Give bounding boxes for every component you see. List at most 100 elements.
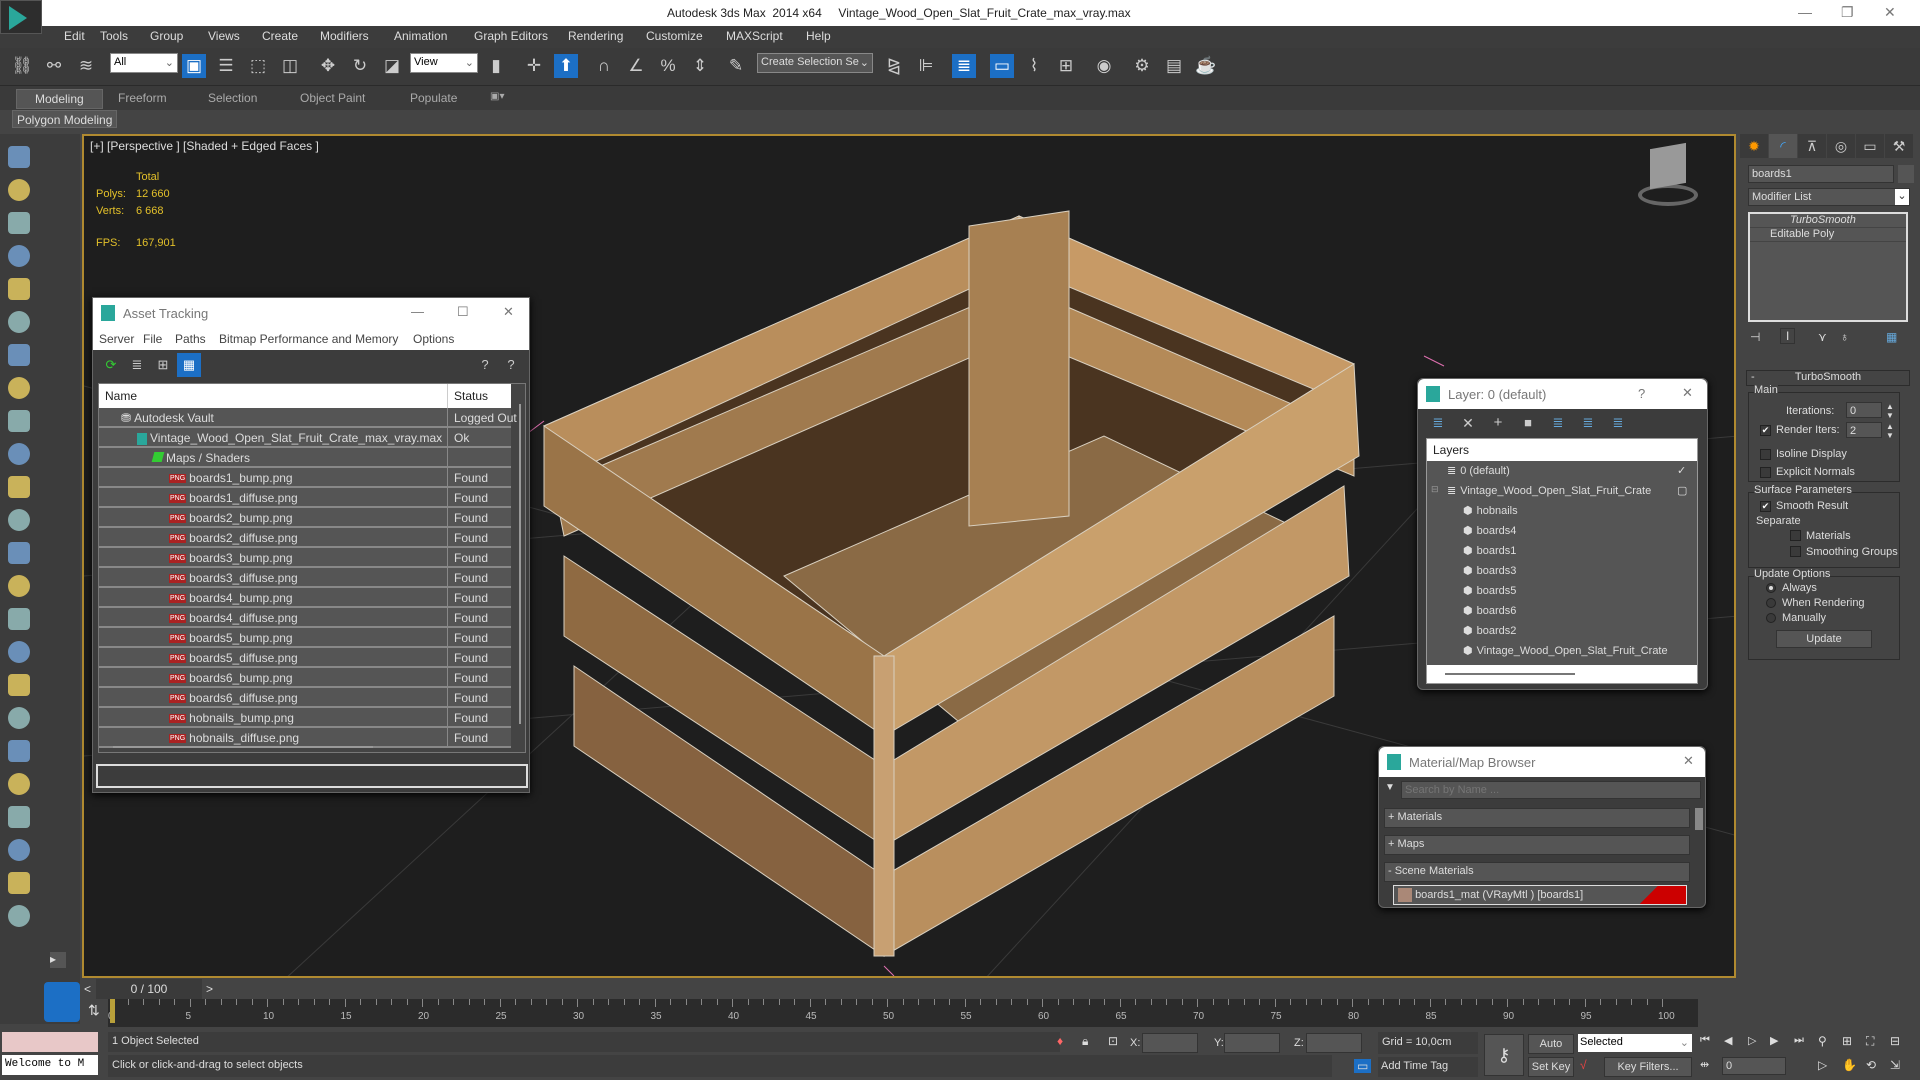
table-row[interactable]: PNG boards1_bump.png Found — [99, 468, 511, 488]
modify-tab-icon[interactable]: ◜ — [1769, 134, 1797, 158]
bind-space-warp-icon[interactable]: ≋ — [74, 54, 98, 78]
list-view-icon[interactable]: ≣ — [125, 353, 149, 377]
table-row[interactable]: PNG boards4_bump.png Found — [99, 588, 511, 608]
stack-item-turbosmooth[interactable]: TurboSmooth — [1750, 214, 1906, 228]
menu-animation[interactable]: Animation — [394, 29, 447, 43]
window-crossing-icon[interactable]: ◫ — [278, 54, 302, 78]
zoom-extents-all-icon[interactable]: ⊟ — [1890, 1034, 1900, 1048]
set-key-icon[interactable]: ⚷ — [1484, 1034, 1524, 1076]
timeline-track[interactable]: 0510152025303540455055606570758085909510… — [108, 999, 1698, 1027]
layer-tree-item[interactable]: ⬢ hobnails — [1427, 501, 1697, 521]
select-objects-in-layer-icon[interactable]: ■ — [1516, 411, 1540, 435]
menu-edit[interactable]: Edit — [64, 29, 85, 43]
x-coordinate-field[interactable] — [1142, 1033, 1198, 1053]
play-icon[interactable]: ▷ — [1748, 1034, 1756, 1047]
separate-materials-checkbox[interactable] — [1790, 530, 1801, 541]
percent-snap-icon[interactable]: % — [656, 54, 680, 78]
rendered-frame-window-icon[interactable]: ▤ — [1162, 54, 1186, 78]
menu-customize[interactable]: Customize — [646, 29, 703, 43]
layer-tree-item[interactable]: ⬢ boards2 — [1427, 621, 1697, 641]
menu-server[interactable]: Server — [99, 332, 134, 346]
make-current-layer-icon[interactable]: ≣ — [1576, 411, 1600, 435]
unlink-icon[interactable]: ⚯ — [42, 54, 66, 78]
close-button[interactable]: ✕ — [503, 304, 514, 320]
render-iters-spinner[interactable]: 2 — [1846, 422, 1882, 438]
menu-maxscript[interactable]: MAXScript — [726, 29, 783, 43]
render-setup-icon[interactable]: ⚙ — [1130, 54, 1154, 78]
close-button[interactable]: ✕ — [1682, 385, 1693, 401]
layer-manager-icon[interactable]: ≣ — [952, 54, 976, 78]
help-button[interactable]: ? — [1638, 386, 1645, 401]
rectangular-selection-icon[interactable]: ⬚ — [246, 54, 270, 78]
rotate-icon[interactable]: ↻ — [348, 54, 372, 78]
minimize-button[interactable]: — — [1798, 4, 1812, 20]
menu-file[interactable]: File — [143, 332, 162, 346]
table-view-icon[interactable]: ▦ — [177, 353, 201, 377]
tab-freeform[interactable]: Freeform — [118, 91, 167, 105]
close-button[interactable]: ✕ — [1683, 753, 1694, 769]
make-unique-icon[interactable]: ⋎ — [1818, 330, 1827, 344]
tool-bone-icon[interactable] — [8, 674, 30, 696]
tool-globe-icon[interactable] — [8, 608, 30, 630]
table-row[interactable]: Vintage_Wood_Open_Slat_Fruit_Crate_max_v… — [99, 428, 511, 448]
table-row[interactable]: PNG boards1_diffuse.png Found — [99, 488, 511, 508]
layer-tree-item[interactable]: ≣ 0 (default) ✓ — [1427, 461, 1697, 481]
menu-modifiers[interactable]: Modifiers — [320, 29, 369, 43]
menu-group[interactable]: Group — [150, 29, 183, 43]
layer-properties-icon[interactable]: ≣ — [1606, 411, 1630, 435]
tool-camera-icon[interactable] — [8, 146, 30, 168]
table-row[interactable]: PNG boards5_diffuse.png Found — [99, 648, 511, 668]
remove-modifier-icon[interactable]: ♁ — [1840, 330, 1849, 344]
minimize-button[interactable]: — — [411, 304, 424, 319]
update-when-rendering-radio[interactable] — [1766, 598, 1776, 608]
tool-particles-icon[interactable] — [8, 641, 30, 663]
update-button[interactable]: Update — [1776, 630, 1872, 648]
current-frame-marker[interactable] — [110, 999, 115, 1023]
menu-options[interactable]: Options — [413, 332, 454, 346]
viewcube[interactable] — [1628, 142, 1698, 206]
column-header-status[interactable]: Status — [447, 384, 488, 408]
tool-sphere-blue-icon[interactable] — [8, 905, 30, 927]
layer-tree-item[interactable]: ⬢ boards1 — [1427, 541, 1697, 561]
next-key-icon[interactable]: ▶ — [1770, 1034, 1778, 1047]
previous-key-icon[interactable]: ◀ — [1724, 1034, 1732, 1047]
auto-key-button[interactable]: Auto Key — [1528, 1034, 1574, 1068]
mini-curve-editor-toggle[interactable] — [44, 982, 80, 1022]
create-tab-icon[interactable]: ✹ — [1740, 134, 1768, 158]
highlight-selected-layer-icon[interactable]: ≣ — [1546, 411, 1570, 435]
table-row[interactable]: PNG boards3_bump.png Found — [99, 548, 511, 568]
reference-coordinate-dropdown[interactable]: View ⌄ — [410, 53, 478, 73]
search-input[interactable] — [1401, 781, 1701, 799]
select-by-name-icon[interactable]: ☰ — [214, 54, 238, 78]
material-editor-icon[interactable]: ◉ — [1092, 54, 1116, 78]
table-row[interactable]: PNG boards5_bump.png Found — [99, 628, 511, 648]
material-item[interactable]: boards1_mat (VRayMtl ) [boards1] — [1393, 885, 1687, 905]
go-to-start-icon[interactable]: ⏮ — [1700, 1034, 1710, 1047]
set-key-button[interactable]: Set Key — [1528, 1057, 1574, 1077]
tab-selection[interactable]: Selection — [208, 91, 257, 105]
table-row[interactable]: PNG boards4_diffuse.png Found — [99, 608, 511, 628]
object-color-swatch[interactable] — [1898, 165, 1914, 183]
table-row[interactable]: PNG boards6_diffuse.png Found — [99, 688, 511, 708]
tool-layers-icon[interactable] — [8, 212, 30, 234]
app-menu-button[interactable] — [0, 0, 42, 34]
toggle-curve-editor-icon[interactable]: ⇅ — [88, 1002, 100, 1019]
delete-layer-icon[interactable]: ✕ — [1456, 411, 1480, 435]
table-row[interactable]: ⛃ Autodesk Vault Logged Out — [99, 408, 517, 428]
pan-view-icon[interactable]: ✋ — [1842, 1058, 1857, 1072]
zoom-extents-icon[interactable]: ⛶ — [1866, 1034, 1874, 1049]
table-row[interactable]: PNG boards6_bump.png Found — [99, 668, 511, 688]
layer-tree-item[interactable]: ⊟ ≣ Vintage_Wood_Open_Slat_Fruit_Crate ▢ — [1427, 481, 1697, 501]
time-tag-icon[interactable]: ▭ — [1354, 1059, 1372, 1073]
explicit-normals-checkbox[interactable] — [1760, 467, 1771, 478]
menu-tools[interactable]: Tools — [100, 29, 128, 43]
render-iters-checkbox[interactable]: ✔ — [1760, 425, 1771, 436]
spinner-arrows-icon[interactable]: ▲ ▼ — [1886, 422, 1894, 440]
current-frame-field[interactable]: 0 — [1722, 1057, 1786, 1075]
tool-box-icon[interactable] — [8, 410, 30, 432]
tool-geosphere-icon[interactable] — [8, 476, 30, 498]
snaps-toggle-icon[interactable]: ∩ — [592, 54, 616, 78]
time-slider[interactable]: < 0 / 100 > — [82, 979, 1736, 999]
tree-view-icon[interactable]: ⊞ — [151, 353, 175, 377]
isoline-display-checkbox[interactable] — [1760, 449, 1771, 460]
